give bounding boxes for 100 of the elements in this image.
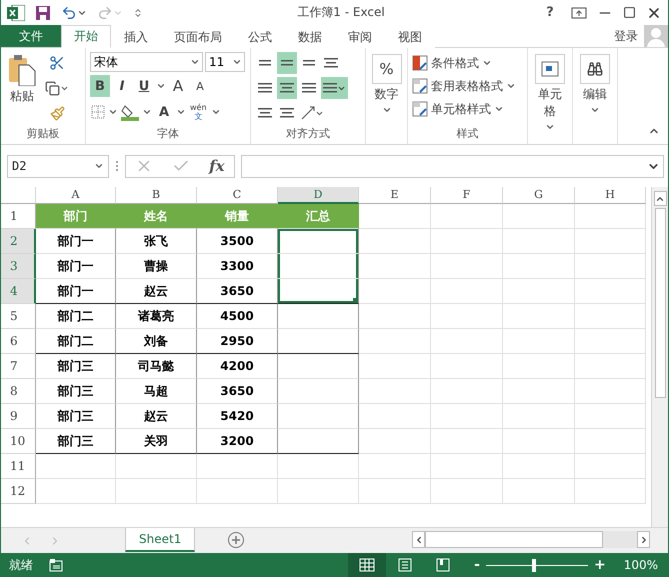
column-header[interactable]: A xyxy=(36,187,116,204)
save-icon[interactable] xyxy=(35,4,51,20)
column-header[interactable]: H xyxy=(575,187,646,204)
table-cell: 部门一 xyxy=(36,229,116,254)
help-button[interactable]: ? xyxy=(539,5,561,20)
align-lines-icon xyxy=(324,58,338,68)
zoom-out-button[interactable]: - xyxy=(470,557,484,573)
fill-handle[interactable] xyxy=(353,298,358,303)
selected-cell[interactable] xyxy=(278,229,359,254)
select-all-corner[interactable] xyxy=(1,187,36,204)
font-color-button[interactable]: A xyxy=(154,101,174,123)
merge-center-button[interactable] xyxy=(321,77,348,99)
table-cell: 部门一 xyxy=(36,279,116,304)
styles-menu-item[interactable]: 条件格式 xyxy=(412,52,523,74)
row-header[interactable]: 8 xyxy=(1,379,36,404)
font-name-field[interactable]: 宋体 xyxy=(90,52,203,72)
empty-cell[interactable] xyxy=(278,429,359,454)
empty-cell[interactable] xyxy=(278,329,359,354)
horizontal-align-button[interactable] xyxy=(277,77,297,99)
customize-toolbar-icon[interactable] xyxy=(133,8,143,18)
row-header[interactable]: 5 xyxy=(1,304,36,329)
empty-cell[interactable] xyxy=(278,379,359,404)
vertical-align-button[interactable] xyxy=(277,52,297,74)
styles-menu-item[interactable]: 套用表格格式 xyxy=(412,75,523,97)
table-cell: 部门二 xyxy=(36,304,116,329)
row-header[interactable]: 9 xyxy=(1,404,36,429)
scroll-right-button[interactable] xyxy=(637,531,650,548)
font-style-button[interactable]: U xyxy=(134,75,154,97)
number-format-button[interactable]: % 数字 xyxy=(370,52,403,117)
scroll-left-button[interactable] xyxy=(412,531,425,548)
fill-color-icon[interactable] xyxy=(120,103,140,121)
excel-logo-icon xyxy=(7,4,25,20)
align-lines-icon xyxy=(259,60,271,66)
insert-function-button[interactable]: fx xyxy=(209,157,225,175)
borders-icon[interactable] xyxy=(90,104,106,120)
scrollbar-thumb[interactable] xyxy=(425,531,603,548)
zoom-in-button[interactable]: + xyxy=(590,557,610,573)
name-box[interactable]: D2 xyxy=(7,154,109,178)
row-header[interactable]: 3 xyxy=(1,254,36,279)
styles-menu-item[interactable]: 单元格样式 xyxy=(412,98,523,120)
align-lines-icon xyxy=(281,60,293,66)
table-cell: 3300 xyxy=(197,254,278,279)
clipboard-icon xyxy=(7,54,37,86)
column-header[interactable]: F xyxy=(431,187,503,204)
row-header[interactable]: 7 xyxy=(1,354,36,379)
table-cell: 司马懿 xyxy=(116,354,197,379)
avatar-icon[interactable] xyxy=(644,25,668,47)
ribbon-tab[interactable]: 开始 xyxy=(61,25,111,48)
cells-button[interactable]: 单元格 xyxy=(532,52,568,134)
table-cell: 4500 xyxy=(197,304,278,329)
table-cell: 3500 xyxy=(197,229,278,254)
add-sheet-icon[interactable] xyxy=(227,531,246,549)
sheet-tab[interactable]: Sheet1 xyxy=(125,528,196,552)
group-label: 样式 xyxy=(456,126,480,142)
scroll-up-button[interactable] xyxy=(654,191,666,206)
view-button[interactable] xyxy=(348,553,386,577)
row-header[interactable]: 12 xyxy=(1,479,36,504)
paintbrush-icon xyxy=(50,106,64,120)
scrollbar-thumb[interactable] xyxy=(654,208,666,398)
group-label: 剪贴板 xyxy=(26,126,60,142)
empty-cell[interactable] xyxy=(278,404,359,429)
align-lines-icon xyxy=(303,60,315,66)
selected-cell[interactable] xyxy=(278,279,359,304)
shrink-font-button[interactable]: A xyxy=(190,75,210,97)
row-header[interactable]: 2 xyxy=(1,229,36,254)
table-cell: 马超 xyxy=(116,379,197,404)
column-header[interactable]: B xyxy=(116,187,197,204)
font-style-button[interactable]: B xyxy=(90,75,110,97)
column-header[interactable]: E xyxy=(359,187,431,204)
column-header[interactable]: G xyxy=(503,187,575,204)
table-cell: 刘备 xyxy=(116,329,197,354)
macro-record-icon[interactable] xyxy=(49,558,63,572)
empty-cell[interactable] xyxy=(278,304,359,329)
table-format-icon xyxy=(412,78,428,94)
zoom-slider-thumb[interactable] xyxy=(532,558,536,572)
maximize-icon[interactable] xyxy=(623,6,636,19)
row-header[interactable]: 11 xyxy=(1,454,36,479)
font-style-button[interactable]: I xyxy=(112,75,132,97)
formula-field[interactable] xyxy=(241,154,664,178)
column-header[interactable]: D xyxy=(278,187,359,204)
row-header[interactable]: 6 xyxy=(1,329,36,354)
ribbon-display-icon[interactable] xyxy=(571,6,587,18)
column-header[interactable]: C xyxy=(197,187,278,204)
font-size-field[interactable]: 11 xyxy=(205,52,245,72)
row-header[interactable]: 1 xyxy=(1,204,36,229)
phonetic-button[interactable]: wén 文 xyxy=(188,100,209,124)
empty-cell[interactable] xyxy=(278,354,359,379)
grow-font-button[interactable]: A xyxy=(168,75,188,97)
table-cell: 部门三 xyxy=(36,379,116,404)
table-cell: 3200 xyxy=(197,429,278,454)
row-header[interactable]: 4 xyxy=(1,279,36,304)
paste-button[interactable]: 粘贴 xyxy=(5,52,39,126)
column-title-cell: 姓名 xyxy=(116,204,197,229)
editing-button[interactable]: 编辑 xyxy=(577,52,613,117)
redo-icon[interactable] xyxy=(97,4,113,20)
undo-icon[interactable] xyxy=(61,4,77,20)
selected-cell[interactable] xyxy=(278,254,359,279)
file-tab[interactable]: 文件 xyxy=(1,25,61,47)
sign-in-link[interactable]: 登录 xyxy=(614,28,638,44)
row-header[interactable]: 10 xyxy=(1,429,36,454)
